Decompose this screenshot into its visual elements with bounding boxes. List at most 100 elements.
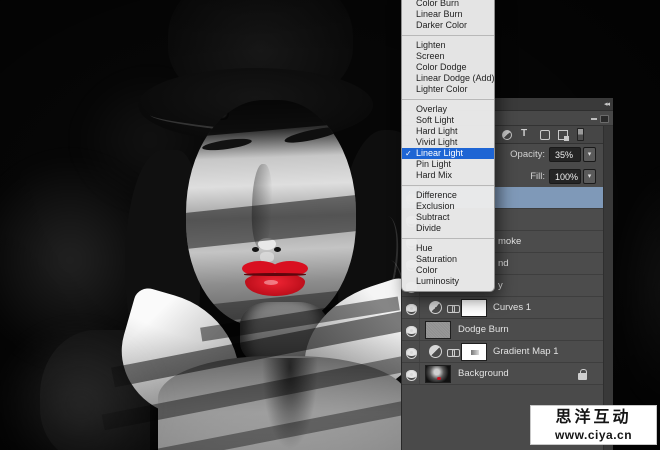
menu-item-hue[interactable]: Hue (402, 243, 494, 254)
menu-item-pin-light[interactable]: Pin Light (402, 159, 494, 170)
watermark-url: www.ciya.cn (531, 428, 656, 442)
filter-toggle[interactable] (577, 128, 584, 141)
menu-item-exclusion[interactable]: Exclusion (402, 201, 494, 212)
menu-item-label: Pin Light (416, 159, 451, 169)
visibility-eye-icon[interactable] (406, 326, 417, 334)
layer-mask-thumbnail[interactable] (461, 343, 487, 361)
menu-item-label: Screen (416, 51, 445, 61)
fill-dropdown-arrow[interactable]: ▾ (583, 169, 596, 184)
layer-name: Gradient Map 1 (493, 341, 558, 363)
thumbnail-lips-detail (437, 377, 441, 380)
menu-item-divide[interactable]: Divide (402, 223, 494, 234)
menu-item-soft-light[interactable]: Soft Light (402, 115, 494, 126)
menu-item-label: Saturation (416, 254, 457, 264)
layer-row-curves-1[interactable]: Curves 1 (402, 297, 604, 319)
layer-row-gradient-map-1[interactable]: Gradient Map 1 (402, 341, 604, 363)
menu-separator (402, 238, 494, 239)
lip-line (244, 273, 306, 276)
layer-name: nd (498, 253, 509, 275)
mask-link-icon[interactable] (447, 349, 459, 356)
red-lips (242, 260, 308, 298)
menu-separator (402, 185, 494, 186)
menu-item-overlay[interactable]: Overlay (402, 104, 494, 115)
menu-item-color-burn[interactable]: Color Burn (402, 0, 494, 9)
adjustment-layer-icon[interactable] (429, 301, 442, 314)
mask-link-icon[interactable] (447, 305, 459, 312)
menu-item-hard-light[interactable]: Hard Light (402, 126, 494, 137)
menu-item-label: Divide (416, 223, 441, 233)
gradient-swatch (471, 350, 479, 355)
menu-item-label: Linear Light (416, 148, 463, 158)
menu-item-label: Difference (416, 190, 457, 200)
menu-item-label: Color Dodge (416, 62, 467, 72)
collapse-panel-icon[interactable]: ◂◂ (604, 100, 609, 108)
menu-item-label: Hard Mix (416, 170, 452, 180)
menu-item-label: Darker Color (416, 20, 467, 30)
layer-row-background[interactable]: Background (402, 363, 604, 385)
menu-item-label: Color Burn (416, 0, 459, 8)
layer-mask-thumbnail[interactable] (461, 299, 487, 317)
menu-separator (402, 35, 494, 36)
menu-item-label: Exclusion (416, 201, 455, 211)
menu-item-color-dodge[interactable]: Color Dodge (402, 62, 494, 73)
blend-mode-menu: Color Burn Linear Burn Darker Color Ligh… (401, 0, 495, 292)
adjustment-filter-icon[interactable] (502, 130, 512, 140)
menu-item-label: Lighten (416, 40, 446, 50)
menu-item-lighten[interactable]: Lighten (402, 40, 494, 51)
menu-item-label: Color (416, 265, 438, 275)
menu-item-luminosity[interactable]: Luminosity (402, 276, 494, 287)
menu-item-label: Overlay (416, 104, 447, 114)
menu-item-subtract[interactable]: Subtract (402, 212, 494, 223)
layer-name: y (498, 275, 503, 297)
type-filter-icon[interactable]: T (521, 128, 527, 139)
lock-icon (578, 369, 587, 380)
panel-menu-icon[interactable] (591, 115, 609, 123)
watermark: 思洋互动 www.ciya.cn (530, 405, 657, 445)
panel-scroll-gutter[interactable] (603, 126, 613, 450)
menu-item-darker-color[interactable]: Darker Color (402, 20, 494, 31)
menu-item-screen[interactable]: Screen (402, 51, 494, 62)
menu-item-hard-mix[interactable]: Hard Mix (402, 170, 494, 181)
menu-item-difference[interactable]: Difference (402, 190, 494, 201)
shape-filter-icon[interactable] (540, 130, 550, 140)
menu-item-color[interactable]: Color (402, 265, 494, 276)
nostril (274, 247, 281, 252)
right-eye (190, 107, 201, 115)
menu-item-label: Hue (416, 243, 433, 253)
nostril (252, 247, 259, 252)
checkmark-icon: ✓ (405, 148, 412, 159)
watermark-title: 思洋互动 (531, 407, 656, 428)
adjustment-layer-icon[interactable] (429, 345, 442, 358)
menu-item-lighter-color[interactable]: Lighter Color (402, 84, 494, 95)
layer-name: Curves 1 (493, 297, 531, 319)
smart-object-filter-icon[interactable] (558, 130, 568, 140)
left-eyebrow (202, 137, 253, 153)
visibility-eye-icon[interactable] (406, 304, 417, 312)
visibility-eye-icon[interactable] (406, 348, 417, 356)
face (186, 100, 356, 326)
layer-thumbnail[interactable] (425, 321, 451, 339)
menu-item-label: Vivid Light (416, 137, 457, 147)
menu-item-linear-dodge-add[interactable]: Linear Dodge (Add) (402, 73, 494, 84)
layer-thumbnail[interactable] (425, 365, 451, 383)
opacity-value[interactable]: 35% (549, 147, 581, 162)
photoshop-window: ◂◂ T Opacity: 35% ▾ Fill: 100% ▾ moke nd (0, 0, 660, 450)
menu-item-saturation[interactable]: Saturation (402, 254, 494, 265)
fill-value[interactable]: 100% (549, 169, 581, 184)
menu-item-label: Luminosity (416, 276, 459, 286)
menu-item-label: Soft Light (416, 115, 454, 125)
menu-item-vivid-light[interactable]: Vivid Light (402, 137, 494, 148)
menu-item-label: Subtract (416, 212, 450, 222)
menu-item-label: Lighter Color (416, 84, 468, 94)
layer-name: Dodge Burn (458, 319, 509, 341)
visibility-eye-icon[interactable] (406, 370, 417, 378)
right-iris (218, 109, 229, 120)
opacity-dropdown-arrow[interactable]: ▾ (583, 147, 596, 162)
menu-item-linear-light-selected[interactable]: ✓ Linear Light (402, 148, 494, 159)
menu-item-label: Linear Dodge (Add) (416, 73, 495, 83)
menu-item-linear-burn[interactable]: Linear Burn (402, 9, 494, 20)
menu-item-label: Hard Light (416, 126, 458, 136)
layer-name: Background (458, 363, 509, 385)
lip-highlight (264, 280, 278, 285)
layer-row-dodge-burn[interactable]: Dodge Burn (402, 319, 604, 341)
